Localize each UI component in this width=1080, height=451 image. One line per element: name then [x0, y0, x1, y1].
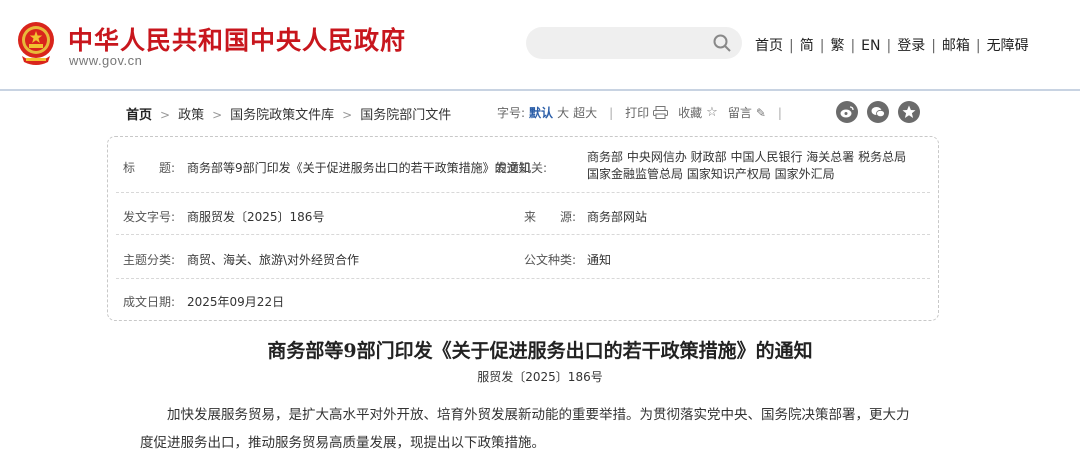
breadcrumb-home[interactable]: 首页	[126, 108, 152, 123]
site-header: 中华人民共和国中央人民政府 www.gov.cn 首页 | 简 | 繁 | EN | 登录 | 邮箱…	[0, 0, 1080, 89]
article-doc-number: 服贸发〔2025〕186号	[477, 370, 603, 384]
nav-separator: |	[931, 38, 936, 54]
title-label: 标 题:	[123, 161, 176, 175]
wechat-icon[interactable]	[867, 101, 889, 123]
search-box[interactable]	[526, 27, 742, 59]
doc-number-label: 发文字号:	[123, 210, 176, 224]
tools-separator: |	[609, 105, 614, 120]
printer-icon[interactable]	[653, 106, 669, 119]
breadcrumb-policy-library[interactable]: 国务院政策文件库	[230, 108, 334, 123]
font-size-large[interactable]: 大	[557, 104, 569, 121]
nav-traditional[interactable]: 繁	[830, 38, 844, 54]
date-value: 2025年09月22日	[187, 295, 285, 309]
date-label: 成文日期:	[123, 295, 176, 309]
font-size-default[interactable]: 默认	[529, 104, 553, 121]
title-value: 商务部等9部门印发《关于促进服务出口的若干政策措施》的通知	[187, 161, 531, 175]
tools-separator: |	[777, 105, 782, 120]
weibo-icon[interactable]	[836, 101, 858, 123]
nav-english[interactable]: EN	[861, 38, 880, 54]
issuer-label: 发文机关:	[495, 161, 548, 175]
topic-label: 主题分类:	[123, 253, 176, 267]
source-label: 来 源:	[524, 210, 577, 224]
comment-button[interactable]: 留言	[728, 104, 752, 121]
info-row-title: 标 题: 商务部等9部门印发《关于促进服务出口的若干政策措施》的通知 发文机关:…	[108, 137, 938, 193]
nav-separator: |	[819, 38, 825, 54]
nav-separator: |	[850, 38, 856, 54]
nav-separator: |	[975, 38, 981, 54]
breadcrumb-policy[interactable]: 政策	[178, 108, 204, 123]
article-paragraph: 加快发展服务贸易，是扩大高水平对外开放、培育外贸发展新动能的重要举措。为贯彻落实…	[140, 407, 910, 451]
favorite-button[interactable]: 收藏	[678, 104, 702, 121]
chevron-right-icon: >	[212, 108, 223, 122]
document-info-box: 标 题: 商务部等9部门印发《关于促进服务出口的若干政策措施》的通知 发文机关:…	[107, 136, 939, 321]
issuer-value: 商务部 中央网信办 财政部 中国人民银行 海关总署 税务总局 国家金融监管总局 …	[587, 150, 907, 181]
nav-accessibility[interactable]: 无障碍	[987, 38, 1029, 54]
font-size-label: 字号:	[497, 106, 526, 120]
top-nav: 首页 | 简 | 繁 | EN | 登录 | 邮箱 | 无障碍	[755, 35, 1029, 55]
article-tools: 字号: 默认 大 超大 | 打印 收藏 ☆ 留言 ✎ |	[497, 104, 794, 121]
source-value: 商务部网站	[587, 210, 648, 224]
topic-value: 商贸、海关、旅游\对外经贸合作	[187, 253, 360, 267]
nav-simplified[interactable]: 简	[800, 38, 814, 54]
chevron-right-icon: >	[342, 108, 353, 122]
search-input[interactable]	[538, 33, 708, 53]
breadcrumb: 首页 > 政策 > 国务院政策文件库 > 国务院部门文件	[126, 104, 451, 123]
qzone-icon[interactable]	[898, 101, 920, 123]
share-icons	[836, 101, 920, 123]
doc-number-value: 商服贸发〔2025〕186号	[187, 210, 325, 224]
doc-type-label: 公文种类:	[524, 253, 577, 267]
site-url: www.gov.cn	[69, 53, 143, 68]
chevron-right-icon: >	[160, 108, 171, 122]
search-icon[interactable]	[712, 33, 732, 53]
info-row-date: 成文日期: 2025年09月22日	[108, 279, 938, 321]
nav-mail[interactable]: 邮箱	[942, 38, 970, 54]
pencil-icon[interactable]: ✎	[756, 106, 766, 120]
info-row-docno: 发文字号: 商服贸发〔2025〕186号 来 源: 商务部网站	[108, 193, 938, 235]
info-row-topic: 主题分类: 商贸、海关、旅游\对外经贸合作 公文种类: 通知	[108, 235, 938, 279]
article-title: 商务部等9部门印发《关于促进服务出口的若干政策措施》的通知	[267, 340, 813, 362]
star-icon[interactable]: ☆	[706, 105, 718, 120]
nav-login[interactable]: 登录	[897, 38, 925, 54]
header-divider	[0, 89, 1080, 91]
national-emblem-icon[interactable]	[14, 20, 58, 66]
doc-type-value: 通知	[587, 253, 612, 267]
nav-separator: |	[886, 38, 892, 54]
nav-separator: |	[789, 38, 794, 54]
site-title[interactable]: 中华人民共和国中央人民政府	[68, 21, 406, 57]
nav-home[interactable]: 首页	[755, 38, 783, 54]
breadcrumb-dept-docs[interactable]: 国务院部门文件	[360, 108, 451, 123]
font-size-xlarge[interactable]: 超大	[573, 104, 597, 121]
print-button[interactable]: 打印	[625, 104, 649, 121]
